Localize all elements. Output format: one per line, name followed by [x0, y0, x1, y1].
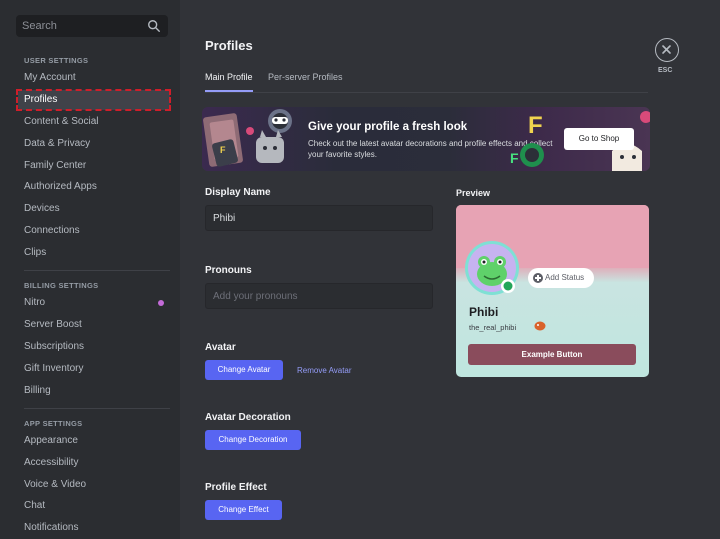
svg-text:F: F [510, 150, 519, 166]
sidebar-item-server-boost[interactable]: Server Boost [18, 315, 170, 335]
sidebar-item-accessibility[interactable]: Accessibility [18, 453, 170, 473]
sidebar-item-notifications[interactable]: Notifications [18, 518, 170, 538]
sidebar-item-clips[interactable]: Clips [18, 243, 170, 263]
highlight-annotation-box [16, 89, 171, 111]
change-avatar-button[interactable]: Change Avatar [205, 360, 283, 380]
display-name-field[interactable] [205, 205, 433, 231]
sidebar-item-subscriptions[interactable]: Subscriptions [18, 337, 170, 357]
preview-display-name: Phibi [469, 305, 499, 319]
banner-title: Give your profile a fresh look [308, 121, 468, 133]
search-box[interactable] [16, 15, 168, 37]
search-icon[interactable] [147, 19, 161, 33]
search-input[interactable] [22, 18, 140, 34]
sidebar-item-data-privacy[interactable]: Data & Privacy [18, 134, 170, 154]
add-status-label: Add Status [545, 273, 585, 282]
pronouns-input[interactable] [206, 284, 432, 308]
sidebar-divider [24, 408, 170, 409]
section-heading-app-settings: APP SETTINGS [24, 419, 83, 428]
close-button[interactable] [655, 38, 679, 62]
svg-text:F: F [220, 145, 226, 155]
sidebar-item-my-account[interactable]: My Account [18, 68, 170, 88]
sidebar-item-nitro[interactable]: Nitro [18, 293, 170, 313]
nitro-badge-icon [158, 300, 164, 306]
sidebar-item-chat[interactable]: Chat [18, 496, 170, 516]
avatar-decoration-label: Avatar Decoration [205, 412, 291, 423]
sidebar-item-devices[interactable]: Devices [18, 199, 170, 219]
sidebar-item-voice-video[interactable]: Voice & Video [18, 475, 170, 495]
svg-text:F: F [528, 112, 543, 139]
avatar-frog-image [465, 241, 519, 295]
section-heading-user-settings: USER SETTINGS [24, 56, 89, 65]
sidebar-divider [24, 270, 170, 271]
sidebar-item-authorized-apps[interactable]: Authorized Apps [18, 177, 170, 197]
section-heading-billing-settings: BILLING SETTINGS [24, 281, 99, 290]
badge-icon [534, 321, 546, 331]
tab-main-profile[interactable]: Main Profile [205, 72, 253, 82]
sidebar-item-family-center[interactable]: Family Center [18, 156, 170, 176]
close-icon [662, 45, 671, 54]
sidebar-item-appearance[interactable]: Appearance [18, 431, 170, 451]
display-name-input[interactable] [206, 206, 432, 230]
tabs-divider [205, 92, 648, 93]
sidebar-item-label: Nitro [24, 297, 46, 308]
pronouns-field[interactable] [205, 283, 433, 309]
shop-promo-banner: F Give your profile a fresh look Check o… [202, 107, 650, 171]
change-effect-button[interactable]: Change Effect [205, 500, 282, 520]
banner-illustration: F [203, 109, 292, 167]
display-name-label: Display Name [205, 187, 271, 198]
go-to-shop-button[interactable]: Go to Shop [564, 128, 634, 150]
add-icon [533, 273, 543, 283]
settings-sidebar: USER SETTINGS My Account Profiles Conten… [0, 0, 180, 539]
page-title: Profiles [205, 38, 253, 53]
change-decoration-button[interactable]: Change Decoration [205, 430, 301, 450]
profile-effect-label: Profile Effect [205, 482, 267, 493]
add-status-button[interactable]: Add Status [528, 268, 594, 288]
pronouns-label: Pronouns [205, 265, 252, 276]
active-tab-indicator [205, 90, 253, 92]
sidebar-item-connections[interactable]: Connections [18, 221, 170, 241]
preview-label: Preview [456, 188, 491, 198]
sidebar-item-gift-inventory[interactable]: Gift Inventory [18, 359, 170, 379]
sidebar-item-billing[interactable]: Billing [18, 381, 170, 401]
sidebar-item-content-social[interactable]: Content & Social [18, 112, 170, 132]
example-button[interactable]: Example Button [468, 344, 636, 365]
preview-username: the_real_phibi [469, 323, 517, 332]
esc-label: ESC [658, 67, 673, 74]
avatar-label: Avatar [205, 342, 236, 353]
tab-per-server-profiles[interactable]: Per-server Profiles [268, 72, 343, 82]
main-content: Profiles Main Profile Per-server Profile… [180, 0, 720, 539]
remove-avatar-link[interactable]: Remove Avatar [297, 366, 352, 375]
profile-preview-card: Add Status Phibi the_real_phibi Example … [456, 205, 649, 377]
